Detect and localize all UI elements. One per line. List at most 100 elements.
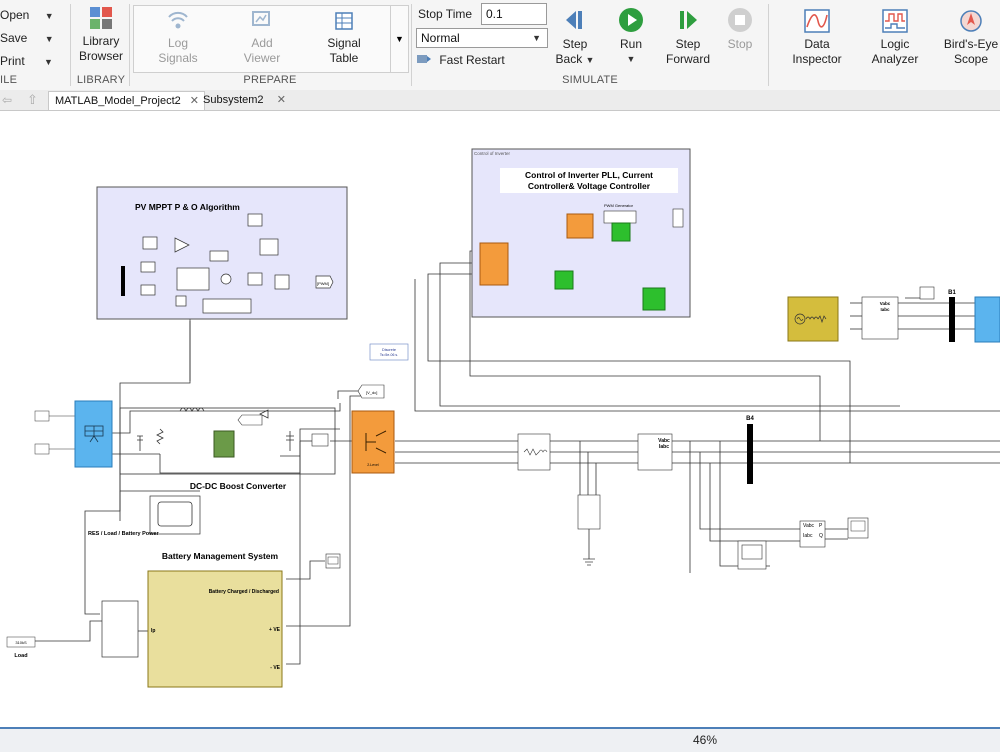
- log-signals-button[interactable]: Log Signals: [152, 10, 204, 66]
- stop-button[interactable]: Stop: [722, 7, 758, 52]
- open-menu[interactable]: Open ▼: [0, 8, 54, 22]
- tab-subsystem2[interactable]: Subsystem2 ✕: [197, 91, 289, 109]
- rl-line-block[interactable]: [517, 433, 551, 471]
- sum-block[interactable]: [101, 600, 139, 658]
- voltage-controller-block[interactable]: [566, 213, 594, 239]
- logic-analyzer-icon: [882, 9, 908, 33]
- scope-icon[interactable]: [611, 222, 631, 242]
- chevron-down-icon: ▼: [585, 55, 595, 65]
- fast-restart-button[interactable]: Fast Restart: [416, 53, 505, 67]
- scope-icon[interactable]: [554, 270, 574, 290]
- pq-iabc: Iabc: [803, 533, 813, 539]
- powergui-ts: Ts=5e-06 s.: [380, 353, 398, 357]
- stop-time-label: Stop Time: [418, 7, 473, 21]
- simulate-section-label: SIMULATE: [562, 74, 618, 86]
- library-section-label: LIBRARY: [76, 74, 126, 86]
- fast-restart-icon: [417, 55, 431, 63]
- simulation-mode-select[interactable]: Normal ▼: [416, 28, 548, 48]
- viewer-icon: [252, 11, 270, 26]
- library-browser-button[interactable]: Library Browser: [76, 6, 126, 64]
- grid-source-block[interactable]: [787, 296, 839, 342]
- inverter-control-small-label: Control of Inverter: [474, 151, 511, 156]
- scope-icon[interactable]: [919, 286, 935, 300]
- logic-analyzer-label-1: Logic: [880, 37, 910, 51]
- model-canvas[interactable]: PV MPPT P & O Algorithm [PWM] Control of…: [0, 111, 1000, 727]
- library-browser-label-2: Browser: [78, 49, 123, 63]
- data-inspector-button[interactable]: Data Inspector: [786, 9, 848, 67]
- inverter-label: 2-Level: [367, 463, 379, 467]
- birds-eye-scope-button[interactable]: Bird's-Eye Scope: [940, 9, 1000, 67]
- fast-restart-label: Fast Restart: [439, 53, 505, 67]
- step-back-button[interactable]: Step Back ▼: [552, 7, 598, 68]
- transformer-block[interactable]: [974, 296, 1000, 343]
- zoom-level[interactable]: 46%: [693, 733, 717, 747]
- data-inspector-label-2: Inspector: [792, 52, 842, 66]
- pll-block[interactable]: [479, 242, 509, 286]
- table-icon: [335, 12, 353, 30]
- block-diagram: PV MPPT P & O Algorithm [PWM] Control of…: [6, 148, 1000, 688]
- run-icon: [619, 8, 643, 32]
- irradiance-const[interactable]: [34, 410, 50, 422]
- logic-analyzer-label-2: Analyzer: [871, 52, 919, 66]
- birds-eye-scope-label-1: Bird's-Eye: [943, 37, 999, 51]
- chevron-down-icon: ▼: [44, 11, 54, 21]
- save-menu[interactable]: Save ▼: [0, 31, 54, 45]
- bus-b1[interactable]: [949, 297, 955, 342]
- tab-label: MATLAB_Model_Project2: [55, 95, 181, 107]
- pv-array-block[interactable]: [74, 400, 113, 468]
- bms-port-pve: + VE: [269, 627, 281, 633]
- mosfet-switch-block[interactable]: [213, 430, 235, 458]
- print-label: Print: [0, 54, 25, 68]
- ground-icon: [583, 558, 595, 566]
- add-viewer-label-1: Add: [251, 36, 273, 50]
- save-label: Save: [0, 31, 28, 45]
- log-signals-label-1: Log: [167, 36, 189, 50]
- pq-q: Q: [819, 533, 823, 539]
- step-back-label-1: Step: [562, 37, 588, 51]
- demux-block: [672, 208, 684, 228]
- pwm-generator-block[interactable]: [603, 210, 637, 224]
- stop-time-input[interactable]: 0.1: [481, 3, 547, 25]
- step-back-icon: [566, 11, 582, 29]
- back-arrow-icon[interactable]: ⇦: [2, 93, 12, 107]
- data-inspector-label-1: Data: [804, 37, 830, 51]
- voltage-sensor-block[interactable]: [311, 433, 329, 447]
- divider: [129, 4, 130, 86]
- pv-mppt-title: PV MPPT P & O Algorithm: [135, 202, 240, 212]
- pq-vabc: Vabc: [803, 523, 815, 529]
- divider: [70, 4, 71, 86]
- divider: [411, 4, 412, 86]
- add-viewer-button[interactable]: Add Viewer: [236, 10, 288, 66]
- model-tab-bar: ⇦ ⇧ MATLAB_Model_Project2 ✕ Subsystem2 ✕: [0, 90, 1000, 111]
- prepare-gallery-expand-button[interactable]: ▼: [390, 5, 409, 73]
- run-button[interactable]: Run ▼: [610, 7, 652, 67]
- powergui-block[interactable]: [369, 343, 409, 361]
- file-section-label: ILE: [0, 74, 18, 86]
- log-signals-label-2: Signals: [158, 51, 198, 65]
- close-icon[interactable]: ✕: [277, 91, 286, 109]
- birds-eye-scope-label-2: Scope: [953, 52, 989, 66]
- chevron-down-icon: ▼: [626, 54, 636, 64]
- tab-matlab-model-project2[interactable]: MATLAB_Model_Project2 ✕: [48, 91, 205, 110]
- scope-icon[interactable]: [642, 287, 666, 311]
- inverter-control-title-2: Controller& Voltage Controller: [528, 181, 651, 191]
- load-label: Load: [14, 653, 27, 659]
- three-phase-load-block[interactable]: [577, 494, 601, 530]
- up-arrow-icon[interactable]: ⇧: [27, 92, 38, 108]
- step-forward-label-2: Forward: [665, 52, 710, 66]
- step-forward-label-1: Step: [675, 37, 701, 51]
- signal-table-button[interactable]: Signal Table: [318, 10, 370, 66]
- step-forward-button[interactable]: Step Forward: [664, 7, 712, 67]
- bms-title: Battery Management System: [162, 551, 279, 561]
- data-inspector-icon: [804, 9, 830, 33]
- step-forward-icon: [680, 11, 697, 29]
- res-scope-label: RES / Load / Battery Power: [88, 531, 159, 537]
- grid-vabc: Vabc: [880, 301, 891, 306]
- temperature-const[interactable]: [34, 443, 50, 455]
- print-menu[interactable]: Print ▼: [0, 54, 53, 68]
- add-viewer-label-2: Viewer: [243, 51, 281, 65]
- dc-dc-title: DC-DC Boost Converter: [190, 481, 287, 491]
- bus-b4[interactable]: [747, 424, 753, 484]
- logic-analyzer-button[interactable]: Logic Analyzer: [864, 9, 926, 67]
- wifi-signal-icon: [168, 11, 188, 29]
